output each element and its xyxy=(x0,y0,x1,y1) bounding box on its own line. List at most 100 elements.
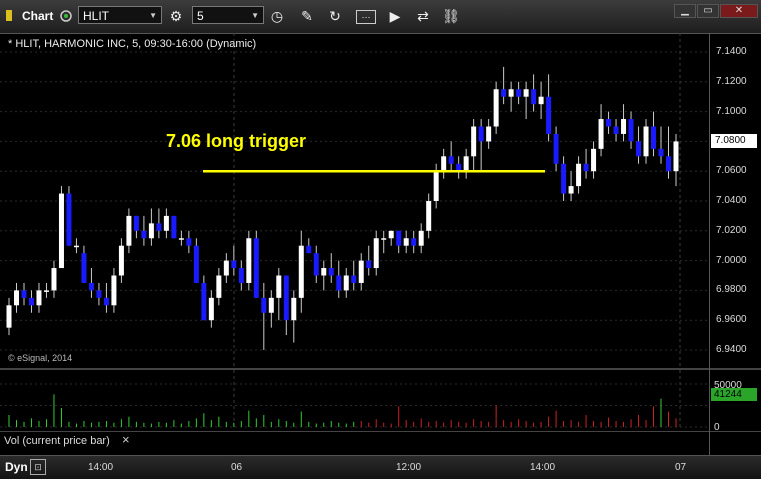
lock-icon[interactable]: ⊡ xyxy=(30,459,46,475)
candle[interactable] xyxy=(591,141,597,179)
candle[interactable] xyxy=(306,238,312,254)
candle[interactable] xyxy=(321,260,327,291)
candle[interactable] xyxy=(381,230,387,254)
candle[interactable] xyxy=(666,126,672,179)
candle[interactable] xyxy=(28,290,34,313)
candle[interactable] xyxy=(133,215,139,239)
interval-combo[interactable]: 5 ▼ xyxy=(192,6,264,24)
candle[interactable] xyxy=(448,141,454,172)
candle[interactable] xyxy=(291,290,297,343)
candle[interactable] xyxy=(13,282,19,313)
candle[interactable] xyxy=(6,297,12,336)
candle[interactable] xyxy=(238,260,244,291)
candle[interactable] xyxy=(463,148,469,179)
candle[interactable] xyxy=(531,74,537,112)
candle[interactable] xyxy=(268,290,274,328)
scroll-icon[interactable]: ⇄ xyxy=(414,7,432,25)
candle[interactable] xyxy=(178,230,184,246)
candle[interactable] xyxy=(456,156,462,179)
maximize-button[interactable]: ▭ xyxy=(697,4,719,18)
candle[interactable] xyxy=(66,186,72,246)
candle[interactable] xyxy=(546,74,552,142)
candle[interactable] xyxy=(621,104,627,142)
refresh-icon[interactable]: ↻ xyxy=(326,7,344,25)
draw-icon[interactable]: ✎ xyxy=(298,7,316,25)
candle[interactable] xyxy=(148,208,154,246)
candle[interactable] xyxy=(156,208,162,239)
candle[interactable] xyxy=(508,81,514,112)
candle[interactable] xyxy=(298,230,304,313)
candle[interactable] xyxy=(223,253,229,283)
candle[interactable] xyxy=(43,282,49,298)
link-status-icon[interactable] xyxy=(59,6,73,26)
candle[interactable] xyxy=(126,208,132,254)
candle[interactable] xyxy=(606,111,612,134)
candle[interactable] xyxy=(51,260,57,298)
candle[interactable] xyxy=(411,230,417,254)
candle[interactable] xyxy=(561,156,567,201)
candle[interactable] xyxy=(576,156,582,194)
candle[interactable] xyxy=(358,253,364,291)
candle[interactable] xyxy=(21,282,27,306)
candle[interactable] xyxy=(651,111,657,157)
candle[interactable] xyxy=(516,81,522,105)
candle[interactable] xyxy=(553,126,559,172)
candle[interactable] xyxy=(471,119,477,172)
play-icon[interactable]: ▶ xyxy=(386,7,404,25)
candle[interactable] xyxy=(88,268,94,298)
candle[interactable] xyxy=(163,208,169,239)
candle[interactable] xyxy=(628,111,634,149)
candle[interactable] xyxy=(328,253,334,283)
candle[interactable] xyxy=(396,230,402,254)
candle[interactable] xyxy=(493,81,499,134)
candle[interactable] xyxy=(643,119,649,164)
candle[interactable] xyxy=(351,260,357,291)
candle[interactable] xyxy=(171,215,177,239)
symbol-combo[interactable]: HLIT ▼ xyxy=(78,6,162,24)
candle[interactable] xyxy=(486,119,492,149)
candle[interactable] xyxy=(598,104,604,157)
candle[interactable] xyxy=(36,282,42,313)
candle[interactable] xyxy=(276,268,282,321)
candle[interactable] xyxy=(613,119,619,142)
volume-chart[interactable] xyxy=(0,370,709,430)
candle[interactable] xyxy=(478,119,484,172)
candle[interactable] xyxy=(343,268,349,298)
candle[interactable] xyxy=(216,268,222,306)
candle[interactable] xyxy=(523,81,529,120)
candle[interactable] xyxy=(118,238,124,283)
candle[interactable] xyxy=(568,171,574,201)
candle[interactable] xyxy=(208,290,214,328)
candle[interactable] xyxy=(103,282,109,313)
close-button[interactable]: ✕ xyxy=(720,4,758,18)
candle[interactable] xyxy=(111,268,117,313)
dyn-mode-label[interactable]: Dyn xyxy=(5,460,28,474)
candle[interactable] xyxy=(81,245,87,283)
candle[interactable] xyxy=(583,148,589,179)
candle[interactable] xyxy=(201,275,207,321)
candle[interactable] xyxy=(283,275,289,336)
close-study-icon[interactable]: × xyxy=(122,432,130,447)
candle[interactable] xyxy=(193,238,199,283)
candle[interactable] xyxy=(73,238,79,254)
candle[interactable] xyxy=(658,126,664,164)
studies-icon[interactable]: ⋯ xyxy=(356,10,376,24)
candle[interactable] xyxy=(388,230,394,246)
pin-icon[interactable] xyxy=(4,6,18,26)
settings-icon[interactable]: ⚙ xyxy=(167,7,185,25)
candle[interactable] xyxy=(58,186,64,269)
candle[interactable] xyxy=(231,245,237,276)
candle[interactable] xyxy=(418,223,424,254)
candle[interactable] xyxy=(426,193,432,239)
candle[interactable] xyxy=(373,230,379,276)
link-icon[interactable]: ⛓ xyxy=(442,7,460,25)
candle[interactable] xyxy=(246,230,252,291)
candle[interactable] xyxy=(501,66,507,105)
candle[interactable] xyxy=(538,81,544,120)
clock-icon[interactable]: ◷ xyxy=(268,7,286,25)
candle[interactable] xyxy=(336,260,342,298)
candle[interactable] xyxy=(313,245,319,283)
candle[interactable] xyxy=(261,282,267,350)
candle[interactable] xyxy=(186,230,192,254)
candle[interactable] xyxy=(673,133,679,187)
